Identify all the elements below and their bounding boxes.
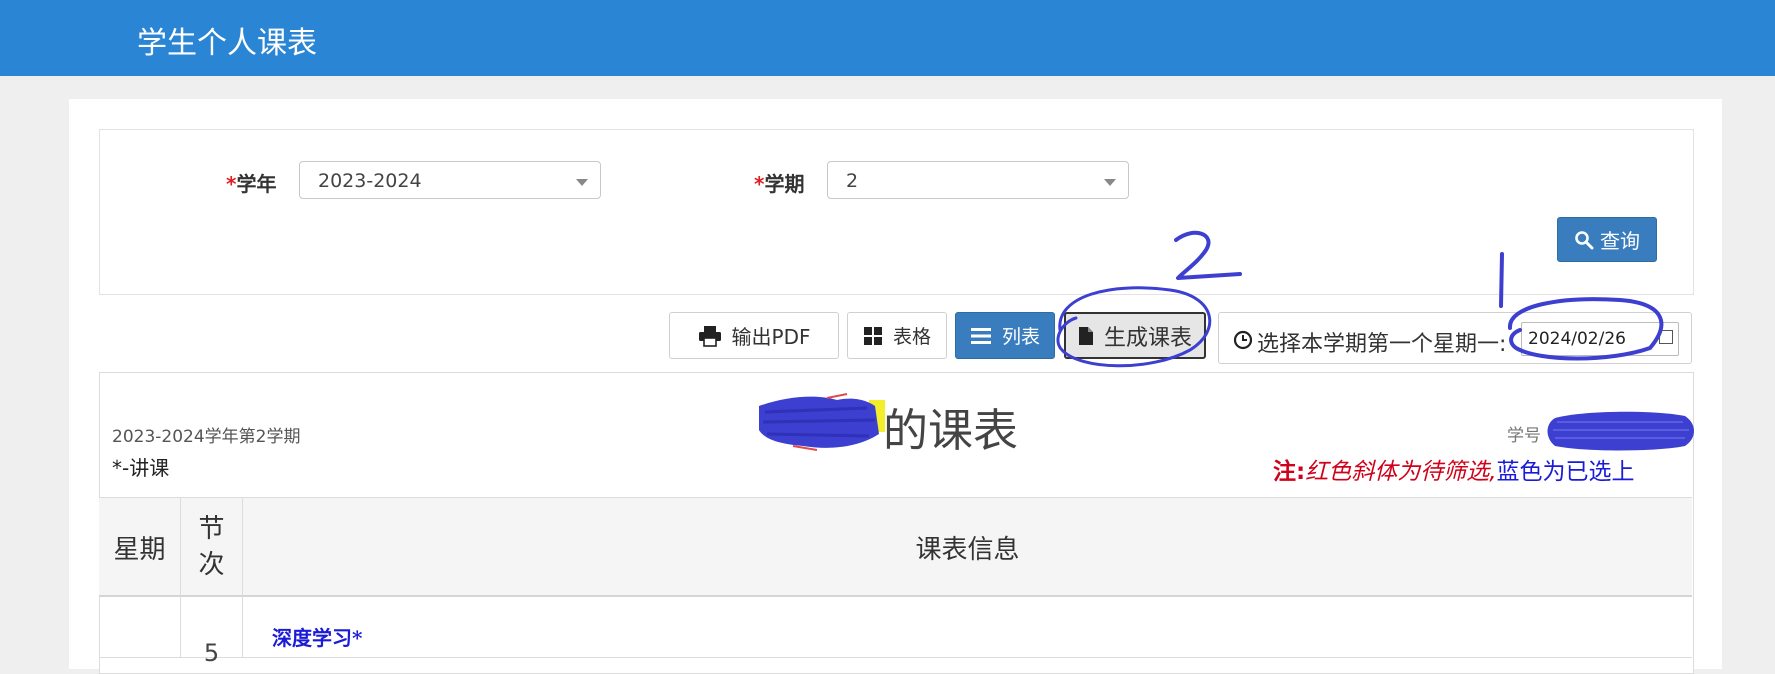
first-monday-input[interactable]: 2024/02/26 — [1521, 322, 1679, 356]
col-weekday: 星期 — [99, 498, 181, 596]
course-entry[interactable]: 深度学习* — [272, 622, 362, 651]
period-cell: 5 — [181, 597, 243, 667]
list-icon — [970, 327, 991, 344]
first-monday-picker: 选择本学期第一个星期一: 2024/02/26 — [1218, 312, 1692, 364]
schedule-title: 的课表 — [883, 404, 1019, 457]
chevron-down-icon — [1104, 179, 1116, 186]
first-monday-label: 选择本学期第一个星期一: — [1257, 332, 1507, 357]
lecture-note: *-讲课 — [112, 456, 170, 480]
clock-icon — [1233, 330, 1253, 350]
search-icon — [1575, 230, 1594, 249]
page-title: 学生个人课表 — [137, 26, 317, 61]
term-label: *学期 — [754, 172, 805, 196]
col-period: 节次 — [181, 498, 243, 596]
redacted-student-name — [759, 393, 885, 451]
redacted-student-id — [1547, 411, 1694, 451]
weekday-cell — [99, 597, 181, 657]
col-course-info: 课表信息 — [915, 534, 1020, 565]
term-select[interactable]: 2 — [827, 161, 1129, 199]
chevron-down-icon — [576, 179, 588, 186]
top-bar: 学生个人课表 — [0, 0, 1775, 76]
schedule-table-header: 星期 节次 课表信息 — [99, 497, 1692, 597]
student-id-label: 学号 — [1507, 426, 1541, 446]
file-icon — [1078, 326, 1093, 345]
printer-icon — [698, 325, 721, 347]
list-view-button[interactable]: 列表 — [955, 312, 1055, 359]
search-panel — [99, 129, 1694, 295]
year-label: *学年 — [226, 172, 277, 196]
export-pdf-button[interactable]: 输出PDF — [669, 312, 839, 359]
generate-schedule-button[interactable]: 生成课表 — [1064, 312, 1206, 359]
year-select[interactable]: 2023-2024 — [299, 161, 601, 199]
grid-view-button[interactable]: 表格 — [847, 312, 947, 359]
query-button[interactable]: 查询 — [1557, 217, 1657, 262]
color-legend: 注:红色斜体为待筛选,蓝色为已选上 — [1273, 459, 1635, 485]
grid-icon — [863, 326, 882, 345]
term-text: 2023-2024学年第2学期 — [112, 427, 301, 447]
calendar-icon[interactable] — [1659, 330, 1673, 344]
